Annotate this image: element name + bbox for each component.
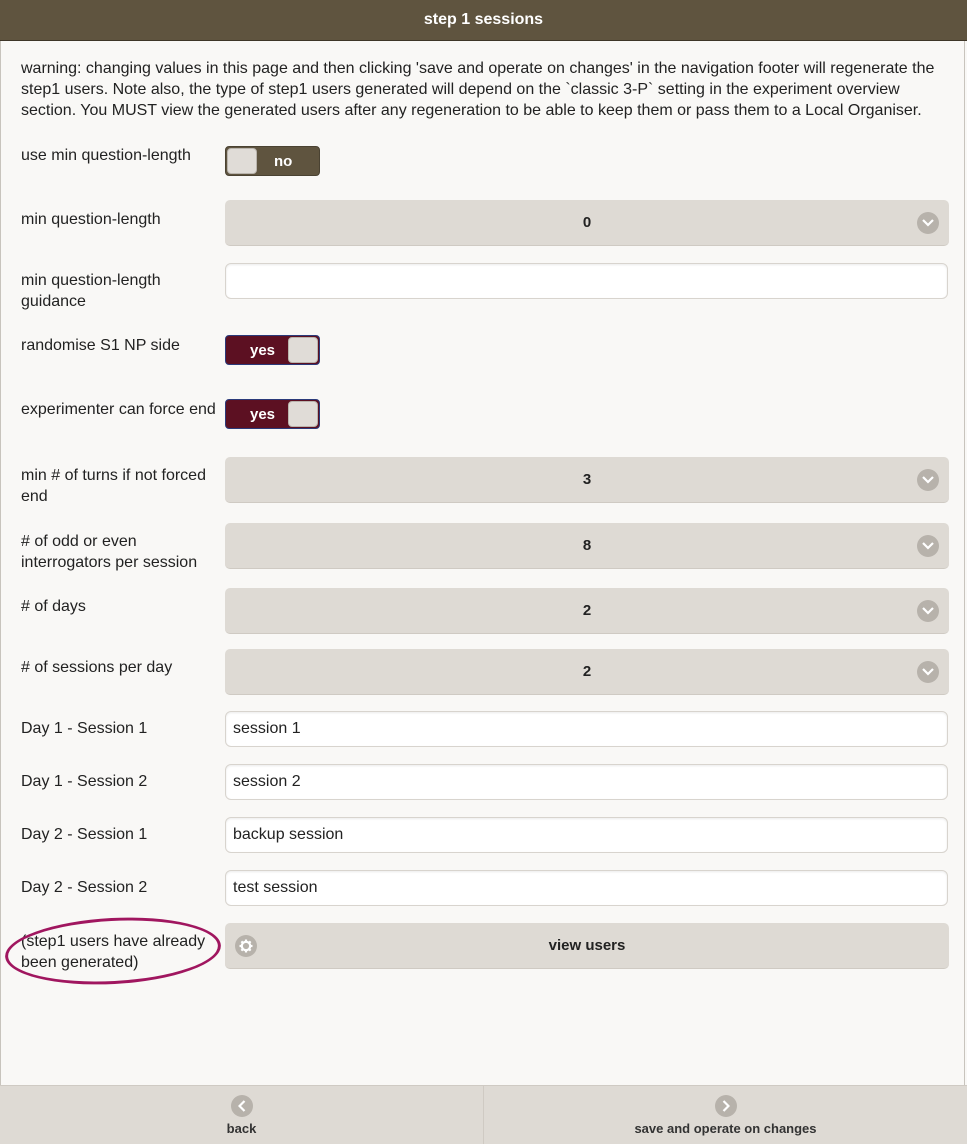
save-and-operate-button[interactable]: save and operate on changes xyxy=(484,1086,967,1144)
toggle-state: yes xyxy=(250,405,276,423)
save-and-operate-label: save and operate on changes xyxy=(634,1120,817,1136)
interrogators-per-session-select[interactable]: 8 xyxy=(225,523,949,569)
page-title: step 1 sessions xyxy=(423,11,544,28)
min-turns-select[interactable]: 3 xyxy=(225,457,949,503)
experimenter-can-force-end-toggle[interactable]: yes xyxy=(225,399,320,429)
day2-session2-label: Day 2 - Session 2 xyxy=(21,879,148,896)
chevron-down-icon xyxy=(917,535,939,557)
select-value: 8 xyxy=(582,537,592,554)
sessions-per-day-select[interactable]: 2 xyxy=(225,649,949,695)
num-days-select[interactable]: 2 xyxy=(225,588,949,634)
toggle-state: no xyxy=(274,152,293,170)
randomise-s1-np-side-toggle[interactable]: yes xyxy=(225,335,320,365)
chevron-down-icon xyxy=(917,212,939,234)
warning-text: warning: changing values in this page an… xyxy=(21,60,935,119)
day2-session1-input[interactable] xyxy=(225,817,948,853)
day2-session1-label: Day 2 - Session 1 xyxy=(21,826,148,843)
view-users-label: view users xyxy=(548,937,626,954)
day1-session2-input[interactable] xyxy=(225,764,948,800)
chevron-right-icon xyxy=(714,1094,737,1117)
num-days-label: # of days xyxy=(21,598,86,615)
use-min-question-length-label: use min question-length xyxy=(21,147,191,164)
toggle-knob xyxy=(288,401,318,427)
day2-session2-input[interactable] xyxy=(225,870,948,906)
chevron-down-icon xyxy=(917,469,939,491)
chevron-down-icon xyxy=(917,661,939,683)
experimenter-can-force-end-label: experimenter can force end xyxy=(21,401,216,418)
back-button[interactable]: back xyxy=(0,1086,484,1144)
toggle-knob xyxy=(227,148,257,174)
sessions-per-day-label: # of sessions per day xyxy=(21,659,173,676)
day1-session2-label: Day 1 - Session 2 xyxy=(21,773,148,790)
day1-session1-label: Day 1 - Session 1 xyxy=(21,720,148,737)
min-question-length-select[interactable]: 0 xyxy=(225,200,949,246)
select-value: 2 xyxy=(582,602,592,619)
min-question-length-guidance-label: min question-length guidance xyxy=(21,272,161,310)
navigation-footer: back save and operate on changes xyxy=(0,1085,967,1144)
min-turns-label: min # of turns if not forced end xyxy=(21,467,206,505)
select-value: 0 xyxy=(582,214,592,231)
select-value: 3 xyxy=(582,471,592,488)
gear-icon xyxy=(235,935,257,957)
toggle-knob xyxy=(288,337,318,363)
page-header: step 1 sessions xyxy=(0,0,967,41)
randomise-s1-np-side-label: randomise S1 NP side xyxy=(21,337,180,354)
interrogators-per-session-label: # of odd or even interrogators per sessi… xyxy=(21,533,198,571)
view-users-button[interactable]: view users xyxy=(225,923,949,969)
min-question-length-label: min question-length xyxy=(21,211,161,228)
toggle-state: yes xyxy=(250,341,276,359)
min-question-length-guidance-input[interactable] xyxy=(225,263,948,299)
day1-session1-input[interactable] xyxy=(225,711,948,747)
chevron-down-icon xyxy=(917,600,939,622)
use-min-question-length-toggle[interactable]: no xyxy=(225,146,320,176)
back-label: back xyxy=(226,1120,257,1136)
chevron-left-icon xyxy=(230,1094,253,1117)
select-value: 2 xyxy=(582,663,592,680)
